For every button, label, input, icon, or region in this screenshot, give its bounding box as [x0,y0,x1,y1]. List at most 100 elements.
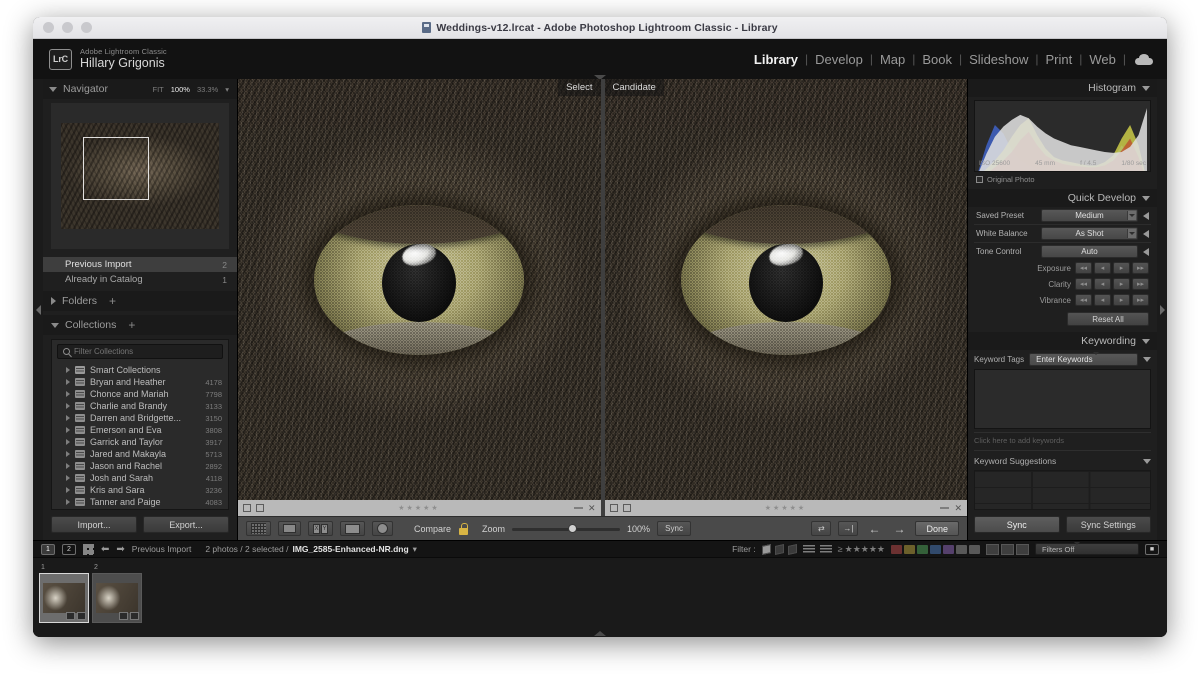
exposure-slider-row[interactable]: Exposure ◂◂ ◂ ▸ ▸▸ [974,260,1151,276]
reset-tone-icon[interactable] [1143,248,1149,256]
keyword-suggestions-grid[interactable] [974,470,1151,510]
chevron-right-icon[interactable] [66,475,70,481]
zoom-more-caret[interactable]: ▾ [225,85,229,94]
vibrance-decrease[interactable]: ◂ [1094,294,1111,306]
collection-row[interactable]: Darren and Bridgette...3150 [52,412,228,424]
compare-view-button[interactable]: XY [308,521,333,536]
module-book[interactable]: Book [916,52,958,67]
reset-preset-icon[interactable] [1143,212,1149,220]
chevron-right-icon[interactable] [66,463,70,469]
identity-plate[interactable]: LrC Adobe Lightroom Classic Hillary Grig… [49,48,167,71]
chevron-right-icon[interactable] [66,487,70,493]
module-picker[interactable]: Library | Develop | Map | Book | Slidesh… [748,39,1153,79]
add-folder-icon[interactable]: + [109,296,116,306]
export-button[interactable]: Export... [143,516,229,533]
lock-icon[interactable] [458,523,469,535]
keyword-mode-dropdown[interactable]: Enter Keywords [1029,353,1138,366]
module-slideshow[interactable]: Slideshow [963,52,1034,67]
swap-photos-button[interactable]: ⇄ [811,521,831,536]
close-icon[interactable]: ✕ [588,503,596,514]
navigator-crop-box[interactable] [83,137,149,200]
crop-badge-icon[interactable] [119,612,128,620]
sync-button[interactable]: Sync [974,516,1060,533]
saved-preset-row[interactable]: Saved Preset Medium [974,207,1151,225]
source-already-in-catalog[interactable]: Already in Catalog 1 [43,272,237,287]
flag-pick-icon[interactable] [243,504,251,512]
view-single-icon[interactable] [986,544,999,555]
color-label-swatch[interactable] [969,545,980,554]
candidate-star-rating[interactable]: ★★★★★ [636,504,936,512]
module-print[interactable]: Print [1040,52,1079,67]
exposure-steppers[interactable]: ◂◂ ◂ ▸ ▸▸ [1075,262,1149,274]
collections-search-input[interactable] [74,347,217,356]
module-web[interactable]: Web [1083,52,1122,67]
filmstrip-thumbnail[interactable]: 1 [39,573,89,623]
flag-filter-group[interactable] [762,545,797,554]
left-panel-toggle[interactable] [33,79,43,540]
quick-develop-header[interactable]: Quick Develop [968,189,1157,207]
flag-pick-icon[interactable] [762,544,771,555]
keyword-tags-textarea[interactable] [974,369,1151,429]
chevron-right-icon[interactable] [66,439,70,445]
sort-ascending-icon[interactable] [803,545,815,554]
grid-view-icon[interactable] [83,544,94,555]
vibrance-steppers[interactable]: ◂◂ ◂ ▸ ▸▸ [1075,294,1149,306]
filters-dropdown[interactable]: Filters Off [1035,543,1139,555]
flag-unflagged-icon[interactable] [775,544,784,555]
loupe-view-button[interactable] [278,521,301,536]
next-photo-button[interactable]: → [890,522,908,536]
flag-pick-icon[interactable] [610,504,618,512]
vibrance-increase[interactable]: ▸ [1113,294,1130,306]
collection-row[interactable]: Tanner and Paige4083 [52,496,228,508]
chevron-right-icon[interactable] [66,403,70,409]
color-label-swatch[interactable] [956,545,967,554]
tone-control-row[interactable]: Tone Control Auto [974,243,1151,260]
chevron-right-icon[interactable] [66,415,70,421]
collection-row[interactable]: Bryan and Heather4178 [52,376,228,388]
chevron-right-icon[interactable] [66,367,70,373]
select-star-rating[interactable]: ★★★★★ [269,504,569,512]
exposure-decrease-large[interactable]: ◂◂ [1075,262,1092,274]
module-map[interactable]: Map [874,52,911,67]
collection-row[interactable]: Garrick and Taylor3917 [52,436,228,448]
exposure-increase-large[interactable]: ▸▸ [1132,262,1149,274]
grid-view-button[interactable] [246,521,271,536]
clarity-steppers[interactable]: ◂◂ ◂ ▸ ▸▸ [1075,278,1149,290]
keyword-suggestions-header[interactable]: Keyword Suggestions [974,450,1151,466]
collection-row[interactable]: Smart Collections [52,364,228,376]
source-previous-import[interactable]: Previous Import 2 [43,257,237,272]
clarity-increase-large[interactable]: ▸▸ [1132,278,1149,290]
exposure-decrease[interactable]: ◂ [1094,262,1111,274]
sync-settings-button[interactable]: Sync Settings [1066,516,1152,533]
resize-handle-icon[interactable] [574,507,583,509]
chevron-right-icon[interactable] [66,379,70,385]
star-rating-stars[interactable]: ★★★★★ [845,544,885,555]
collection-row[interactable]: Charlie and Brandy3133 [52,400,228,412]
collection-row[interactable]: Josh and Sarah4118 [52,472,228,484]
resize-handle-icon[interactable] [940,507,949,509]
develop-badge-icon[interactable] [77,612,86,620]
zoom-slider-knob[interactable] [568,524,577,533]
survey-view-button[interactable] [340,521,365,536]
module-library[interactable]: Library [748,52,804,67]
go-back-icon[interactable]: ⬅ [101,544,109,555]
candidate-pane-strip[interactable]: ★★★★★ ✕ [605,500,968,516]
chevron-right-icon[interactable] [66,391,70,397]
module-develop[interactable]: Develop [809,52,869,67]
done-button[interactable]: Done [915,521,959,536]
import-button[interactable]: Import... [51,516,137,533]
folders-header[interactable]: Folders + [43,291,237,311]
histogram-header[interactable]: Histogram [968,79,1157,97]
filmstrip-source-path[interactable]: Previous Import 2 photos / 2 selected / … [132,544,417,555]
clarity-decrease-large[interactable]: ◂◂ [1075,278,1092,290]
filmstrip-view-buttons[interactable] [986,544,1029,555]
original-photo-row[interactable]: Original Photo [976,175,1149,184]
chevron-right-icon[interactable] [66,499,70,505]
white-balance-row[interactable]: White Balance As Shot [974,225,1151,243]
flag-reject-icon[interactable] [256,504,264,512]
filename-caret-icon[interactable]: ▾ [413,544,417,555]
reset-white-balance-icon[interactable] [1143,230,1149,238]
sort-filter-group[interactable] [803,545,832,554]
filmstrip-thumbnails[interactable]: 12 [33,558,1167,637]
vibrance-decrease-large[interactable]: ◂◂ [1075,294,1092,306]
